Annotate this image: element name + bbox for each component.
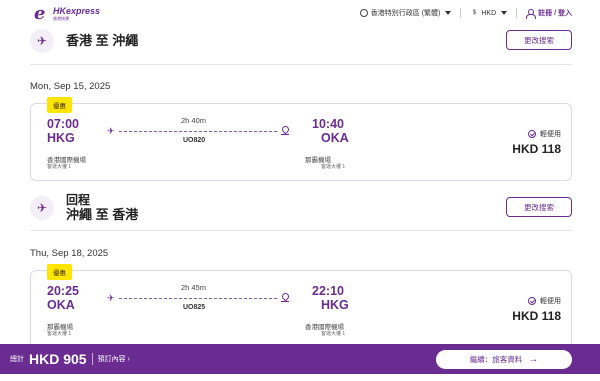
region-label: 香港特別行政區 (繁體) (370, 10, 441, 17)
outbound-date: Mon, Sep 15, 2025 (30, 81, 111, 92)
divider (516, 8, 518, 18)
logo-brand: HKexpress (53, 6, 101, 16)
location-pin-icon (281, 126, 289, 135)
outbound-change-search-button[interactable]: 更改搜索 (506, 30, 572, 50)
chevron-down-icon (445, 11, 452, 15)
check-circle-icon (528, 297, 536, 305)
fare-type-label: 輕便用 (540, 131, 561, 138)
chevron-down-icon (501, 11, 508, 15)
return-change-search-button[interactable]: 更改搜索 (506, 197, 572, 217)
divider (460, 8, 462, 18)
arrival-code: HKG (321, 298, 349, 312)
dashed-line (119, 298, 277, 299)
region-selector[interactable]: 香港特別行政區 (繁體) (359, 8, 452, 18)
fare-type-label: 輕便用 (540, 298, 561, 305)
deal-tag: 優惠 (47, 97, 72, 113)
currency-selector[interactable]: $ HKD (470, 9, 508, 17)
user-icon (526, 8, 537, 19)
departure-terminal: 客運大樓 1 (47, 164, 72, 170)
check-circle-icon (528, 130, 536, 138)
arrival-code: OKA (321, 131, 349, 145)
hkexpress-logo[interactable]: e HKexpress 香港快運 (34, 3, 101, 24)
location-pin-icon (281, 293, 289, 302)
flight-duration: 2h 45m (181, 283, 207, 292)
currency-icon: $ (472, 10, 477, 16)
continue-label: 繼續：旅客資料 (469, 355, 523, 364)
flight-duration: 2h 40m (181, 116, 207, 125)
continue-button[interactable]: 繼續：旅客資料 → (436, 350, 572, 369)
arrival-time: 22:10 (312, 284, 344, 298)
arrival-terminal: 客運大樓 1 (321, 164, 346, 170)
plane-takeoff-icon: ✈ (30, 29, 54, 53)
logo-icon: e (34, 3, 46, 24)
booking-summary-bar: 總計 HKD 905 預訂內容 › 繼續：旅客資料 → (0, 344, 600, 374)
globe-icon (359, 9, 368, 17)
logo-sub: 香港快運 (53, 16, 69, 21)
total-label: 總計 (10, 356, 24, 363)
outbound-route-heading: ✈ 香港 至 沖繩 (30, 29, 138, 53)
divider (91, 353, 93, 365)
site-header: e HKexpress 香港快運 香港特別行政區 (繁體) $ HKD 註冊 /… (0, 0, 600, 28)
outbound-route-title: 香港 至 沖繩 (66, 33, 139, 48)
plane-icon: ✈ (107, 293, 115, 303)
fare-price: HKD 118 (512, 309, 561, 323)
flight-path: ✈ (107, 293, 289, 303)
dashed-line (119, 131, 277, 132)
total-amount: HKD 905 (29, 351, 87, 367)
login-label: 註冊 / 登入 (538, 10, 572, 17)
departure-time: 07:00 (47, 117, 79, 131)
return-date: Thu, Sep 18, 2025 (30, 248, 109, 259)
flight-number[interactable]: UO825 (183, 304, 205, 311)
divider (30, 230, 572, 231)
return-flight-card[interactable]: 優惠 20:25 OKA 那霸機場 客運大樓 1 2h 45m ✈ UO825 … (30, 264, 572, 350)
flight-path: ✈ (107, 126, 289, 136)
flight-number[interactable]: UO820 (183, 137, 205, 144)
plane-landing-icon: ✈ (30, 196, 54, 220)
outbound-flight-card[interactable]: 優惠 07:00 HKG 香港國際機場 客運大樓 1 2h 40m ✈ UO82… (30, 97, 572, 181)
return-route-heading: ✈ 回程 沖繩 至 香港 (30, 193, 138, 223)
divider (30, 64, 572, 65)
header-controls: 香港特別行政區 (繁體) $ HKD 註冊 / 登入 (359, 8, 572, 19)
login-link[interactable]: 註冊 / 登入 (526, 8, 572, 19)
currency-label: HKD (481, 9, 497, 17)
departure-code: OKA (47, 298, 75, 312)
fare-type: 輕便用 (528, 129, 561, 139)
plane-icon: ✈ (107, 126, 115, 136)
fare-type: 輕便用 (528, 296, 561, 306)
deal-tag: 優惠 (47, 264, 72, 280)
departure-code: HKG (47, 131, 75, 145)
departure-terminal: 客運大樓 1 (47, 331, 72, 337)
departure-time: 20:25 (47, 284, 79, 298)
arrival-terminal: 客運大樓 1 (321, 331, 346, 337)
return-route-title: 沖繩 至 香港 (66, 207, 139, 222)
return-label: 回程 (66, 193, 91, 207)
arrow-right-icon: → (528, 354, 539, 365)
booking-details-link[interactable]: 預訂內容 › (98, 354, 130, 364)
fare-price: HKD 118 (512, 142, 561, 156)
arrival-time: 10:40 (312, 117, 344, 131)
